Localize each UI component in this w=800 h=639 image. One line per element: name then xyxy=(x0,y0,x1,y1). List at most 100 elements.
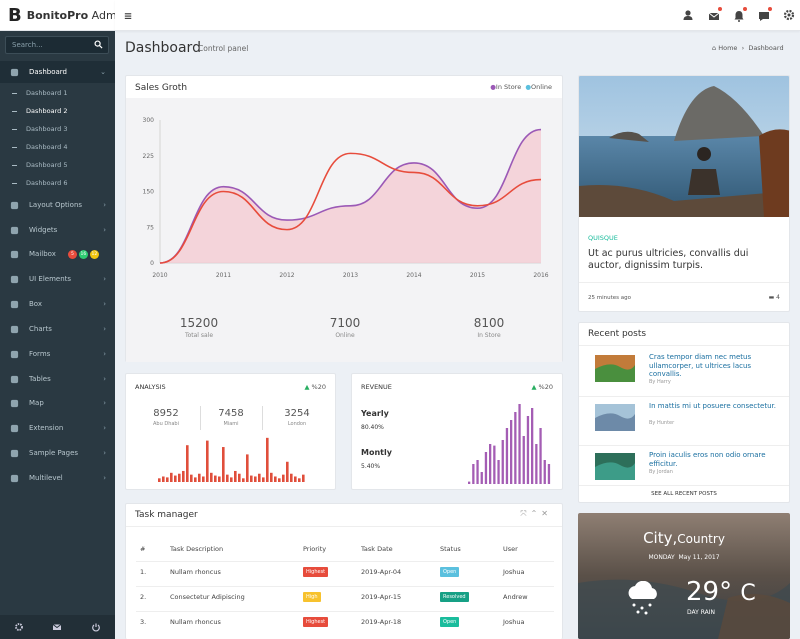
sidebar-item-label: Mailbox xyxy=(29,250,56,258)
stat-london: 3254 London xyxy=(257,408,337,427)
analysis-bar xyxy=(158,478,161,482)
row-divider xyxy=(136,586,554,587)
sidebar-item-widgets[interactable]: Widgets › xyxy=(0,219,115,241)
table-cell-priority: High xyxy=(303,592,321,602)
breadcrumb-current: Dashboard xyxy=(748,44,784,52)
envelope-icon[interactable] xyxy=(52,622,62,632)
sidebar-item-label: Dashboard xyxy=(29,68,67,76)
bullet-dash xyxy=(12,146,17,148)
weather-country: Country xyxy=(677,532,725,546)
post-tag[interactable]: QUISQUE xyxy=(588,234,618,242)
messages-notification[interactable] xyxy=(757,7,772,22)
bullet-dash xyxy=(12,92,17,94)
analysis-bar xyxy=(242,478,245,482)
edit-icon xyxy=(10,350,19,358)
divider xyxy=(579,445,789,446)
weather-location: City,Country xyxy=(643,529,725,547)
layers-icon xyxy=(10,201,19,209)
brand-name: BonitoPro xyxy=(26,8,89,22)
chevron-right-icon: › xyxy=(103,350,106,358)
revenue-bar xyxy=(510,420,513,484)
temp-unit: C xyxy=(740,581,756,606)
search-input[interactable]: Search... xyxy=(12,41,43,49)
revenue-bar xyxy=(484,452,488,484)
sidebar-subitem-dashboard-1[interactable]: Dashboard 1 xyxy=(0,85,115,101)
sidebar-item-label: Multilevel xyxy=(29,474,63,482)
search-icon[interactable] xyxy=(94,40,103,49)
collapse-icon[interactable]: ⌃ xyxy=(531,509,542,518)
post-thumbnail[interactable] xyxy=(595,355,635,382)
x-tick-label: 2016 xyxy=(533,272,548,279)
close-icon[interactable]: ✕ xyxy=(541,509,552,518)
post-thumbnail[interactable] xyxy=(595,404,635,431)
user-icon[interactable] xyxy=(681,8,695,22)
alerts-notification[interactable] xyxy=(732,7,747,22)
table-cell-n: 2. xyxy=(140,593,147,601)
sidebar-item-layout-options[interactable]: Layout Options › xyxy=(0,194,115,216)
post-title-link[interactable]: Cras tempor diam nec metus ullamcorper, … xyxy=(649,353,784,379)
sidebar-subitem-dashboard-4[interactable]: Dashboard 4 xyxy=(0,139,115,155)
sidebar-item-mailbox[interactable]: Mailbox 5 16 12 xyxy=(0,243,115,265)
sidebar-search[interactable]: Search... xyxy=(5,36,109,54)
stat-total-sale: 15200 Total sale xyxy=(159,316,239,339)
post-comments[interactable]: ▬ 4 xyxy=(769,294,780,301)
divider xyxy=(579,396,789,397)
breadcrumb-separator: › xyxy=(739,44,747,52)
post-title-link[interactable]: Proin iaculis eros non odio ornare effic… xyxy=(649,451,784,468)
post-thumbnail[interactable] xyxy=(595,453,635,480)
chevron-right-icon: › xyxy=(103,201,106,209)
sidebar-subitem-dashboard-6[interactable]: Dashboard 6 xyxy=(0,175,115,191)
sidebar-item-extension[interactable]: Extension › xyxy=(0,417,115,439)
sidebar-item-label: Forms xyxy=(29,350,51,358)
table-cell-date: 2019-Apr-04 xyxy=(361,568,402,576)
sidebar-item-sample-pages[interactable]: Sample Pages › xyxy=(0,442,115,464)
sidebar-subitem-dashboard-3[interactable]: Dashboard 3 xyxy=(0,121,115,137)
sidebar-item-box[interactable]: Box › xyxy=(0,293,115,315)
arrow-up-icon: ▲ xyxy=(531,383,537,391)
analysis-bar xyxy=(222,447,225,482)
sidebar-item-charts[interactable]: Charts › xyxy=(0,318,115,340)
comment-icon: ▬ xyxy=(768,294,775,301)
see-all-posts-link[interactable]: SEE ALL RECENT POSTS xyxy=(579,491,789,497)
divider xyxy=(579,345,789,346)
table-icon xyxy=(10,375,19,383)
chevron-right-icon: › xyxy=(103,449,106,457)
analysis-bar xyxy=(174,475,177,482)
hamburger-menu-icon[interactable] xyxy=(123,9,134,23)
brand-logo[interactable]: B BonitoPro Admin xyxy=(0,0,127,31)
chevron-right-icon: › xyxy=(103,474,106,482)
sidebar-item-map[interactable]: Map › xyxy=(0,392,115,414)
priority-badge: Highest xyxy=(303,567,329,577)
comment-count: 4 xyxy=(776,294,780,301)
status-badge: Open xyxy=(440,617,460,627)
power-icon[interactable] xyxy=(91,622,101,632)
gear-icon[interactable] xyxy=(782,8,796,22)
sidebar-item-label: Map xyxy=(29,399,44,407)
expand-icon[interactable]: ⤧ xyxy=(520,509,530,518)
analysis-bar xyxy=(170,472,173,482)
sidebar-item-dashboard[interactable]: Dashboard ⌄ xyxy=(0,61,115,83)
settings-gear-icon[interactable] xyxy=(14,622,24,632)
sidebar-item-ui-elements[interactable]: UI Elements › xyxy=(0,268,115,290)
post-headline[interactable]: Ut ac purus ultricies, convallis dui auc… xyxy=(588,248,783,272)
sidebar-item-tables[interactable]: Tables › xyxy=(0,368,115,390)
sidebar-item-forms[interactable]: Forms › xyxy=(0,343,115,365)
x-tick-label: 2012 xyxy=(279,272,294,279)
revenue-bar xyxy=(522,436,525,484)
mail-notification[interactable] xyxy=(707,7,722,22)
revenue-bar xyxy=(526,416,530,484)
column-header: Task Date xyxy=(361,545,393,553)
breadcrumb-home[interactable]: Home xyxy=(718,44,737,52)
analysis-bar xyxy=(250,475,253,482)
post-title-link[interactable]: In mattis mi ut posuere consectetur. xyxy=(649,402,784,411)
sidebar-item-multilevel[interactable]: Multilevel › xyxy=(0,467,115,489)
monthly-value: 5.40% xyxy=(361,463,381,470)
post-time: 25 minutes ago xyxy=(588,295,631,301)
sidebar-item-label: Box xyxy=(29,300,43,308)
revenue-bar xyxy=(531,408,534,484)
sidebar-subitem-dashboard-5[interactable]: Dashboard 5 xyxy=(0,157,115,173)
analysis-bar xyxy=(182,470,185,482)
feature-post-card[interactable]: QUISQUE Ut ac purus ultricies, convallis… xyxy=(578,75,790,312)
sidebar-subitem-dashboard-2[interactable]: Dashboard 2 xyxy=(0,103,115,119)
chevron-right-icon: › xyxy=(103,399,106,407)
